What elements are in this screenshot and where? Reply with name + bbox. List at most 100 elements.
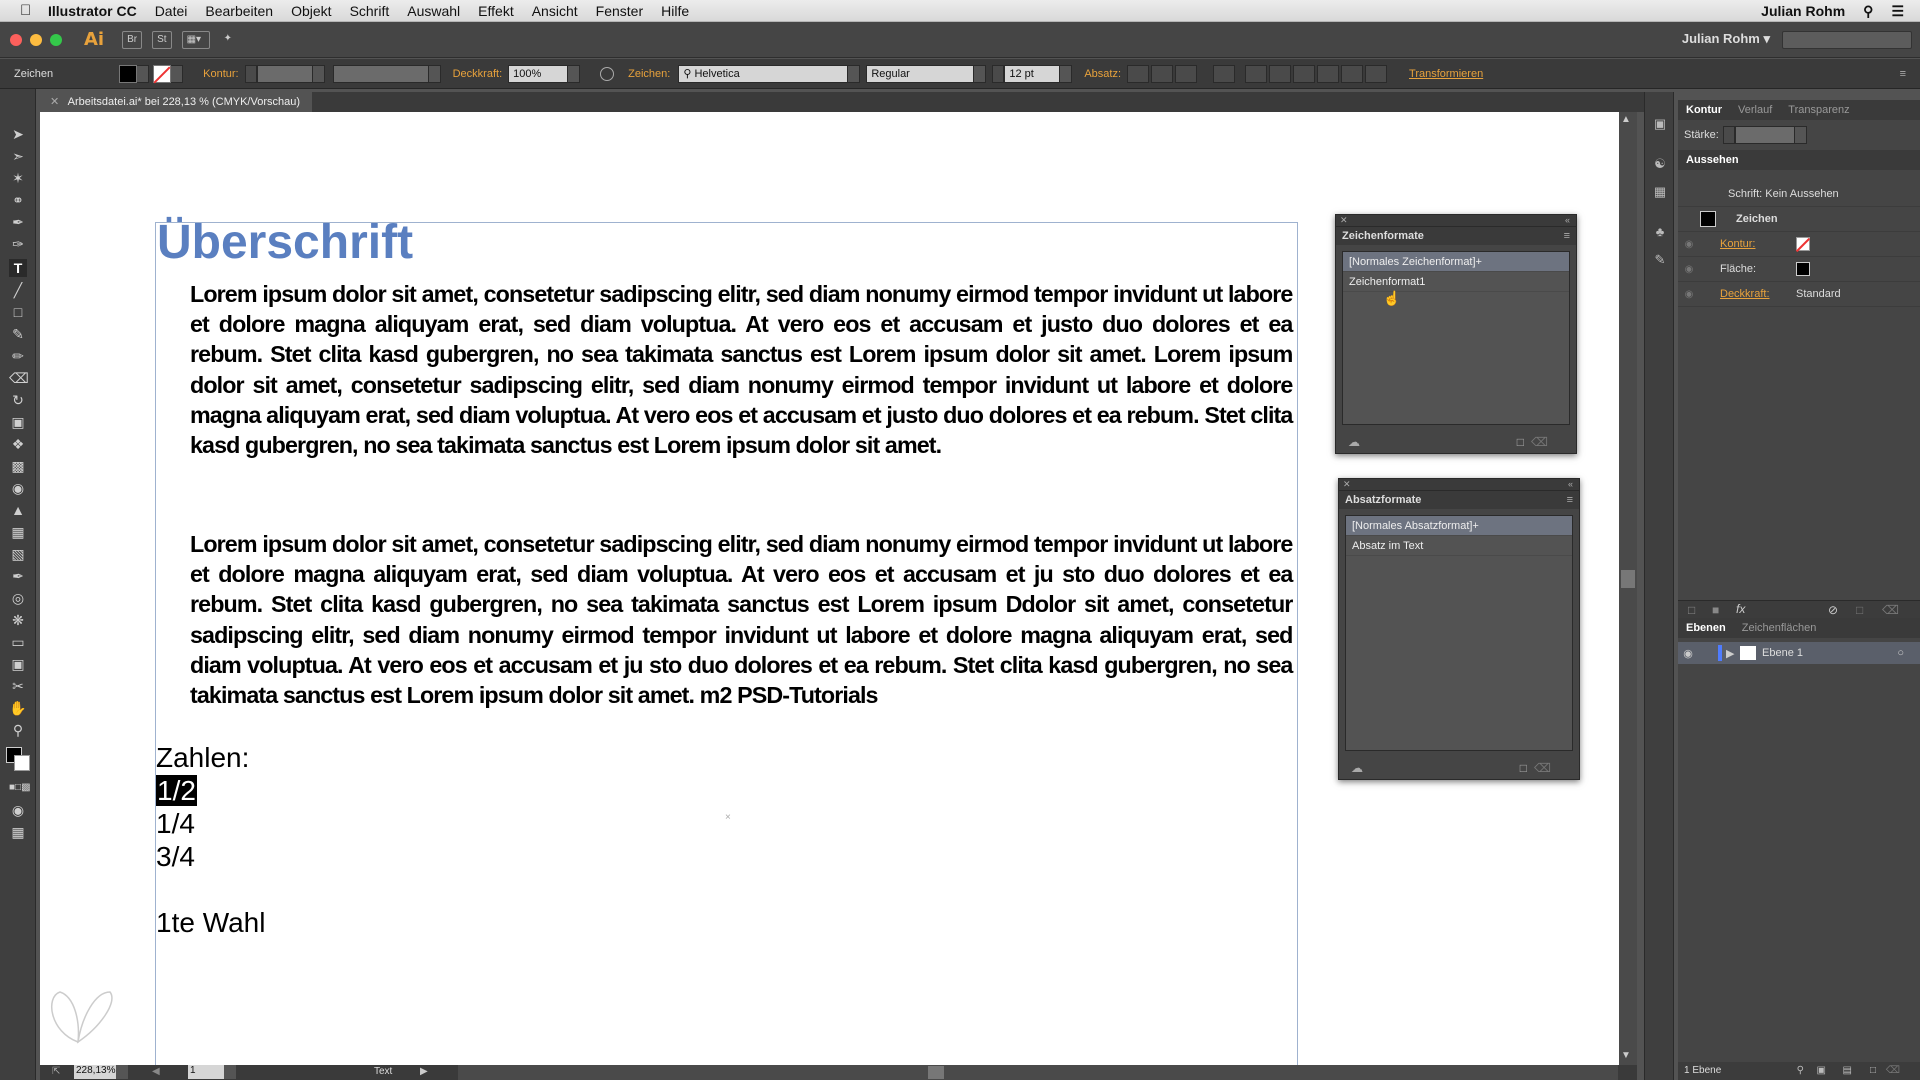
fill-swatch[interactable]	[119, 64, 138, 83]
duplicate-icon[interactable]: □	[1856, 603, 1863, 617]
line-tool-icon[interactable]: ╱	[9, 281, 27, 299]
symbols-icon[interactable]: ♣	[1652, 224, 1668, 240]
fill-dropdown[interactable]	[137, 64, 150, 83]
control-menu-icon[interactable]: ≡	[1900, 68, 1906, 80]
kontur-none-swatch[interactable]	[1795, 237, 1811, 253]
flaeche-black-swatch[interactable]	[1796, 262, 1810, 276]
scale-tool-icon[interactable]: ▣	[9, 413, 27, 431]
paragraph-2[interactable]: Lorem ipsum dolor sit amet, consetetur s…	[190, 529, 1293, 710]
close-window-button[interactable]	[10, 33, 22, 46]
variable-width-field[interactable]	[332, 64, 429, 83]
vertical-scroll-thumb[interactable]	[1621, 570, 1635, 588]
rectangle-tool-icon[interactable]: □	[9, 303, 27, 321]
variable-width-dropdown[interactable]	[428, 64, 441, 83]
stock-button[interactable]: St	[152, 30, 172, 49]
tab-kontur[interactable]: Kontur	[1678, 104, 1730, 116]
menu-hilfe[interactable]: Hilfe	[661, 3, 689, 19]
clear-appearance-icon[interactable]: ⊘	[1828, 603, 1838, 617]
stroke-color-icon[interactable]	[14, 755, 30, 771]
vertical-scrollbar[interactable]	[1619, 112, 1637, 1065]
close-tab-icon[interactable]: ✕	[50, 96, 59, 108]
zoom-field[interactable]: 228,13%	[74, 1065, 116, 1079]
brushes-icon[interactable]: ✎	[1652, 252, 1668, 268]
cloud-library-icon[interactable]: ☁	[1348, 435, 1360, 449]
hand-tool-icon[interactable]: ✋	[9, 699, 27, 717]
document-tab[interactable]: ✕ Arbeitsdatei.ai* bei 228,13 % (CMYK/Vo…	[40, 92, 313, 112]
spotlight-icon[interactable]: ⚲	[1863, 3, 1873, 20]
tab-transparenz[interactable]: Transparenz	[1780, 104, 1857, 116]
blend-tool-icon[interactable]: ◎	[9, 589, 27, 607]
notification-icon[interactable]: ☰	[1891, 3, 1904, 20]
eraser-tool-icon[interactable]: ⌫	[9, 369, 29, 387]
font-size-stepper[interactable]	[992, 64, 1005, 83]
magic-wand-tool-icon[interactable]: ✶	[9, 169, 27, 187]
column-graph-tool-icon[interactable]: ▭	[9, 633, 27, 651]
font-style-field[interactable]: Regular	[866, 64, 975, 83]
align-bottom-button[interactable]	[1365, 64, 1388, 83]
list-item[interactable]: Absatz im Text	[1346, 536, 1572, 556]
close-panel-icon[interactable]: ✕	[1343, 479, 1351, 489]
pen-tool-icon[interactable]: ✒	[9, 213, 27, 231]
staerke-stepper[interactable]	[1722, 126, 1735, 144]
blob-brush-tool-icon[interactable]: ✏	[9, 347, 27, 365]
new-style-icon[interactable]: □	[1520, 761, 1527, 775]
deckkraft-label[interactable]: Deckkraft:	[453, 68, 503, 80]
align-vcenter-button[interactable]	[1341, 64, 1364, 83]
lasso-tool-icon[interactable]: ⚭	[9, 191, 27, 209]
font-size-field[interactable]: 12 pt	[1004, 64, 1061, 83]
trash-icon[interactable]: ⌫	[1534, 761, 1551, 775]
visibility-eye-icon[interactable]: ◉	[1678, 264, 1700, 275]
draw-mode-icon[interactable]: ◉	[9, 801, 27, 819]
align-right-edge-button[interactable]	[1293, 64, 1316, 83]
artboard-tool-icon[interactable]: ▣	[9, 655, 27, 673]
gradient-tool-icon[interactable]: ▧	[9, 545, 27, 563]
first-page-icon[interactable]: ◀	[152, 1066, 160, 1077]
panel-menu-icon[interactable]: ≡	[1564, 227, 1570, 245]
align-hcenter-button[interactable]	[1269, 64, 1292, 83]
paintbrush-tool-icon[interactable]: ✎	[9, 325, 27, 343]
recolor-icon[interactable]	[600, 66, 615, 81]
tab-ebenen[interactable]: Ebenen	[1678, 622, 1734, 634]
free-transform-tool-icon[interactable]: ▩	[9, 457, 27, 475]
direct-selection-tool-icon[interactable]: ➣	[9, 147, 27, 165]
account-user[interactable]: Julian Rohm ▾	[1682, 31, 1770, 47]
font-style-dropdown[interactable]	[974, 64, 987, 83]
swatches-icon[interactable]: ▦	[1652, 184, 1668, 200]
font-size-dropdown[interactable]	[1060, 64, 1073, 83]
paragraph-1[interactable]: Lorem ipsum dolor sit amet, consetetur s…	[190, 279, 1293, 460]
arrange-documents-button[interactable]: ▦▾	[181, 30, 210, 49]
scroll-down-icon[interactable]: ▼	[1621, 1050, 1631, 1061]
menu-effekt[interactable]: Effekt	[478, 3, 514, 19]
staerke-dropdown[interactable]	[1794, 126, 1807, 144]
width-tool-icon[interactable]: ❖	[9, 435, 27, 453]
kontur-label[interactable]: Kontur:	[203, 68, 238, 80]
absatz-label[interactable]: Absatz:	[1084, 68, 1121, 80]
deckkraft-field[interactable]: 100%	[508, 64, 569, 83]
kontur-weight-dropdown[interactable]	[312, 64, 325, 83]
align-left-button[interactable]	[1127, 64, 1150, 83]
visibility-eye-icon[interactable]: ◉	[1678, 239, 1700, 250]
aussehen-kontur-row[interactable]: ◉ Kontur:	[1678, 232, 1920, 257]
curvature-tool-icon[interactable]: ✑	[9, 235, 27, 253]
symbol-sprayer-tool-icon[interactable]: ❋	[9, 611, 27, 629]
zahlen-label[interactable]: Zahlen:	[156, 742, 249, 774]
deckkraft-link[interactable]: Deckkraft:	[1720, 288, 1796, 300]
type-tool-icon[interactable]: T	[9, 259, 27, 277]
search-stock-input[interactable]	[1782, 31, 1912, 49]
kontur-link[interactable]: Kontur:	[1720, 238, 1796, 250]
align-top-button[interactable]	[1317, 64, 1340, 83]
color-guide-icon[interactable]: ☯	[1652, 156, 1668, 172]
zoom-window-button[interactable]	[50, 33, 62, 46]
menubar-user[interactable]: Julian Rohm	[1761, 3, 1845, 19]
list-item[interactable]: [Normales Zeichenformat]+	[1343, 252, 1569, 272]
status-menu-icon[interactable]: ▶	[420, 1066, 428, 1077]
layer-expand-icon[interactable]: ▶	[1726, 647, 1740, 660]
new-layer-icon[interactable]: □	[1870, 1062, 1876, 1080]
new-stroke-icon[interactable]: □	[1688, 603, 1695, 617]
aussehen-zeichen-row[interactable]: Zeichen	[1678, 207, 1920, 232]
layer-target-icon[interactable]: ○	[1897, 647, 1904, 659]
kontur-weight-field[interactable]	[256, 64, 313, 83]
layer-row[interactable]: ◉ ▶ Ebene 1 ○	[1678, 642, 1920, 664]
heading-text[interactable]: Überschrift	[157, 215, 413, 270]
asset-export-icon[interactable]: ▣	[1652, 116, 1668, 132]
